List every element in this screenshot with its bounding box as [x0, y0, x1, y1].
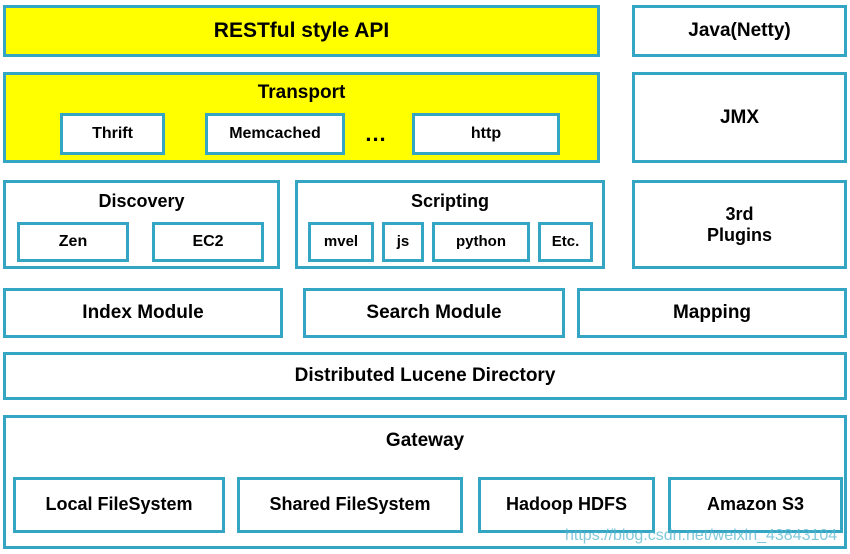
sidebar-item-java-netty: Java(Netty)	[632, 5, 847, 57]
gateway-item-amazon-s3: Amazon S3	[668, 477, 843, 533]
transport-ellipsis-icon: ...	[365, 121, 387, 146]
layer-discovery-label: Discovery	[98, 191, 185, 211]
layer-gateway-label: Gateway	[385, 430, 465, 451]
third-plugins-line-1: 3rd	[725, 204, 754, 225]
module-index: Index Module	[3, 288, 283, 338]
gateway-item-shared-filesystem: Shared FileSystem	[237, 477, 463, 533]
sidebar-item-jmx: JMX	[632, 72, 847, 163]
transport-item-http: http	[412, 113, 560, 155]
layer-transport-label: Transport	[257, 82, 346, 103]
discovery-item-zen: Zen	[17, 222, 129, 262]
layer-restful-api: RESTful style API	[3, 5, 600, 57]
layer-distributed-lucene-directory: Distributed Lucene Directory	[3, 352, 847, 400]
transport-item-thrift: Thrift	[60, 113, 165, 155]
module-search: Search Module	[303, 288, 565, 338]
discovery-item-ec2: EC2	[152, 222, 264, 262]
gateway-item-local-filesystem: Local FileSystem	[13, 477, 225, 533]
layer-scripting-label: Scripting	[410, 191, 489, 211]
module-mapping: Mapping	[577, 288, 847, 338]
watermark: https://blog.csdn.net/weixin_43843104	[565, 527, 838, 544]
scripting-item-python: python	[432, 222, 530, 262]
third-plugins-line-2: Plugins	[706, 224, 772, 245]
transport-item-memcached: Memcached	[205, 113, 345, 155]
scripting-item-mvel: mvel	[308, 222, 374, 262]
sidebar-item-third-plugins: 3rd Plugins	[632, 180, 847, 269]
gateway-item-hadoop-hdfs: Hadoop HDFS	[478, 477, 655, 533]
scripting-item-js: js	[382, 222, 424, 262]
architecture-diagram: RESTful style API Java(Netty) Transport …	[0, 0, 850, 554]
scripting-item-etc: Etc.	[538, 222, 593, 262]
